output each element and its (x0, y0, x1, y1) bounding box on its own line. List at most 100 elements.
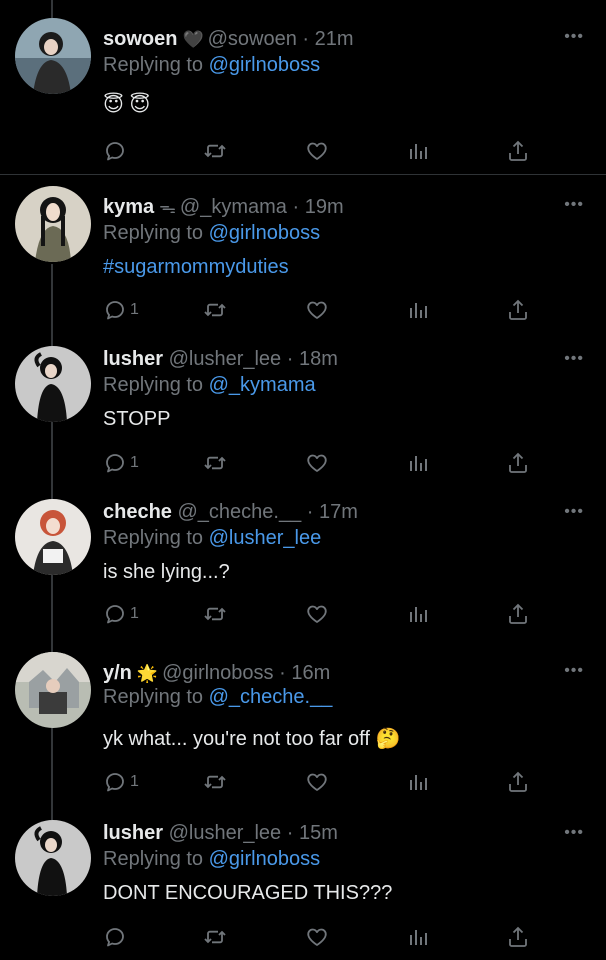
handle[interactable]: @lusher_lee (169, 348, 282, 370)
share-icon (506, 298, 530, 322)
share-button[interactable] (506, 924, 530, 950)
tweet-sowoen[interactable]: sowoen 🖤 @sowoen · 21m ••• Replying to @gi… (0, 18, 606, 173)
hashtag-link[interactable]: #sugarmommyduties (103, 254, 289, 280)
display-name[interactable]: lusher (103, 348, 163, 370)
more-icon[interactable]: ••• (564, 29, 584, 45)
reply-button[interactable] (103, 138, 130, 164)
reply-button[interactable]: 1 (103, 769, 139, 795)
like-icon (305, 298, 329, 322)
more-icon[interactable]: ••• (564, 825, 584, 841)
share-button[interactable] (506, 450, 530, 476)
handle[interactable]: @_cheche.__ (178, 501, 302, 523)
timestamp[interactable]: 19m (305, 196, 344, 218)
retweet-icon (203, 602, 227, 626)
tweet-lusher-1[interactable]: lusher @lusher_lee · 18m ••• Replying to… (0, 346, 606, 486)
share-button[interactable] (506, 297, 530, 323)
avatar[interactable] (15, 820, 91, 896)
reply-button[interactable]: 1 (103, 297, 139, 323)
retweet-icon (203, 298, 227, 322)
share-icon (506, 925, 530, 949)
divider (0, 174, 606, 175)
reply-button[interactable]: 1 (103, 450, 139, 476)
display-name[interactable]: sowoen (103, 28, 177, 50)
like-button[interactable] (305, 297, 329, 323)
retweet-button[interactable] (203, 601, 227, 627)
display-name[interactable]: kyma (103, 196, 154, 218)
timestamp[interactable]: 17m (319, 501, 358, 523)
handle[interactable]: @_kymama (180, 196, 287, 218)
views-button[interactable] (406, 769, 430, 795)
reply-count: 1 (130, 301, 139, 318)
like-icon (305, 602, 329, 626)
display-name[interactable]: lusher (103, 822, 163, 844)
share-button[interactable] (506, 769, 530, 795)
timestamp[interactable]: 21m (315, 28, 354, 50)
avatar[interactable] (15, 186, 91, 262)
retweet-button[interactable] (203, 138, 227, 164)
tweet-text: is she lying...? (103, 561, 230, 583)
avatar[interactable] (15, 499, 91, 575)
mention-link[interactable]: @girlnoboss (209, 54, 320, 76)
tweet-header: cheche @_cheche.__ · 17m (103, 499, 566, 525)
like-icon (305, 925, 329, 949)
retweet-icon (203, 925, 227, 949)
views-button[interactable] (406, 138, 430, 164)
share-icon (506, 139, 530, 163)
reply-button[interactable]: 1 (103, 601, 139, 627)
retweet-button[interactable] (203, 769, 227, 795)
handle[interactable]: @girlnoboss (162, 662, 273, 684)
mention-link[interactable]: @girlnoboss (209, 848, 320, 870)
avatar[interactable] (15, 346, 91, 422)
mention-link[interactable]: @_cheche.__ (209, 686, 333, 708)
tweet-yn[interactable]: y/n 🌟 @girlnoboss · 16m ••• Replying to @_… (0, 652, 606, 802)
reply-button[interactable] (103, 924, 130, 950)
more-icon[interactable]: ••• (564, 351, 584, 367)
timestamp[interactable]: 18m (299, 348, 338, 370)
handle[interactable]: @lusher_lee (169, 822, 282, 844)
timestamp[interactable]: 15m (299, 822, 338, 844)
reply-icon (103, 139, 127, 163)
handle[interactable]: @sowoen (208, 28, 297, 50)
share-button[interactable] (506, 138, 530, 164)
replying-to: Replying to @lusher_lee (103, 527, 322, 549)
like-button[interactable] (305, 769, 329, 795)
retweet-button[interactable] (203, 450, 227, 476)
mention-link[interactable]: @_kymama (209, 374, 316, 396)
tweet-cheche[interactable]: cheche @_cheche.__ · 17m ••• Replying to… (0, 499, 606, 639)
more-icon[interactable]: ••• (564, 504, 584, 520)
tweet-kyma[interactable]: kyma ᯓ @_kymama · 19m ••• Replying to @gir… (0, 186, 606, 336)
separator: · (281, 822, 299, 844)
more-icon[interactable]: ••• (564, 663, 584, 679)
like-button[interactable] (305, 450, 329, 476)
replying-to: Replying to @girlnoboss (103, 222, 321, 244)
avatar[interactable] (15, 652, 91, 728)
mention-link[interactable]: @girlnoboss (209, 222, 320, 244)
tweet-text: DONT ENCOURAGED THIS??? (103, 882, 393, 904)
share-button[interactable] (506, 601, 530, 627)
share-icon (506, 770, 530, 794)
like-button[interactable] (305, 601, 329, 627)
views-button[interactable] (406, 601, 430, 627)
retweet-button[interactable] (203, 924, 227, 950)
views-button[interactable] (406, 924, 430, 950)
mention-link[interactable]: @lusher_lee (209, 527, 322, 549)
more-icon[interactable]: ••• (564, 197, 584, 213)
tweet-lusher-2[interactable]: lusher @lusher_lee · 15m ••• Replying to… (0, 820, 606, 960)
like-button[interactable] (305, 138, 329, 164)
tweet-header: kyma ᯓ @_kymama · 19m (103, 194, 566, 220)
thread-line-top (51, 0, 53, 18)
views-button[interactable] (406, 297, 430, 323)
display-name[interactable]: cheche (103, 501, 172, 523)
tweet-header: lusher @lusher_lee · 15m (103, 820, 566, 846)
retweet-icon (203, 451, 227, 475)
like-button[interactable] (305, 924, 329, 950)
retweet-icon (203, 770, 227, 794)
reply-icon (103, 925, 127, 949)
retweet-icon (203, 139, 227, 163)
timestamp[interactable]: 16m (291, 662, 330, 684)
views-button[interactable] (406, 450, 430, 476)
retweet-button[interactable] (203, 297, 227, 323)
separator: · (286, 196, 305, 218)
display-name[interactable]: y/n (103, 662, 132, 684)
avatar[interactable] (15, 18, 91, 94)
